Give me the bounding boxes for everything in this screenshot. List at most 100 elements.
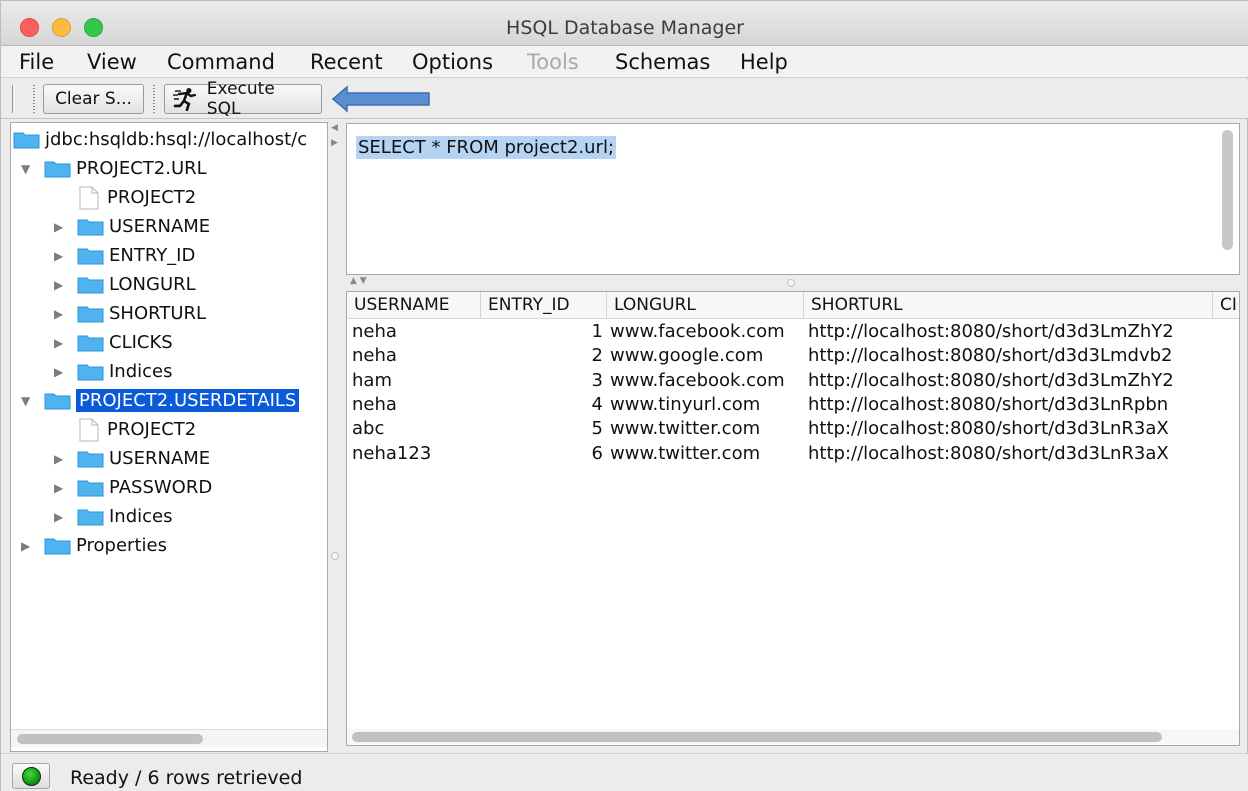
collapse-left-icon[interactable]: ◀ xyxy=(331,123,338,133)
table-cell[interactable]: www.facebook.com xyxy=(610,370,785,391)
tree-column-node[interactable]: CLICKS xyxy=(77,329,173,356)
collapsed-triangle-icon[interactable]: ▶ xyxy=(54,279,66,291)
table-cell[interactable]: http://localhost:8080/short/d3d3LmZhY2 xyxy=(808,321,1174,342)
table-cell[interactable]: ham xyxy=(352,370,392,391)
table-cell[interactable]: http://localhost:8080/short/d3d3LnRpbn xyxy=(808,394,1168,415)
indices-label: Indices xyxy=(109,361,173,382)
column-header[interactable]: ENTRY_ID xyxy=(481,292,607,319)
expanded-triangle-icon[interactable]: ▼ xyxy=(21,163,33,175)
collapsed-triangle-icon[interactable]: ▶ xyxy=(54,453,66,465)
sql-editor-scrollbar[interactable] xyxy=(1222,130,1233,250)
table-cell[interactable]: http://localhost:8080/short/d3d3Lmdvb2 xyxy=(808,345,1172,366)
column-header[interactable]: SHORTURL xyxy=(804,292,1213,319)
expand-right-icon[interactable]: ▶ xyxy=(331,138,338,148)
column-label: PASSWORD xyxy=(109,477,213,498)
tree-indices-node[interactable]: Indices xyxy=(77,503,173,530)
tree-column-node[interactable]: ENTRY_ID xyxy=(77,242,195,269)
tree-table-node[interactable]: PROJECT2.URL xyxy=(44,155,207,182)
folder-icon xyxy=(77,364,104,381)
table-cell[interactable]: 5 xyxy=(547,418,603,439)
tree-column-node[interactable]: PASSWORD xyxy=(77,474,212,501)
scrollbar-thumb[interactable] xyxy=(17,734,203,744)
results-horizontal-scrollbar[interactable] xyxy=(347,729,1239,745)
table-cell[interactable]: neha xyxy=(352,345,397,366)
column-header[interactable]: USERNAME xyxy=(347,292,481,319)
table-cell[interactable]: 3 xyxy=(547,370,603,391)
table-cell[interactable]: http://localhost:8080/short/d3d3LmZhY2 xyxy=(808,370,1174,391)
menu-view[interactable]: View xyxy=(87,50,137,74)
split-knob[interactable] xyxy=(787,279,795,287)
menu-help[interactable]: Help xyxy=(740,50,788,74)
sql-query-text[interactable]: SELECT * FROM project2.url; xyxy=(356,136,617,159)
menu-bar: File View Command Recent Options Tools S… xyxy=(1,46,1248,78)
collapsed-triangle-icon[interactable]: ▶ xyxy=(54,250,66,262)
execute-sql-button[interactable]: Execute SQL xyxy=(164,79,322,119)
table-cell[interactable]: www.twitter.com xyxy=(610,418,760,439)
app-window: HSQL Database Manager File View Command … xyxy=(0,0,1248,791)
column-label: USERNAME xyxy=(109,216,211,237)
tree-column-node[interactable]: LONGURL xyxy=(77,271,196,298)
split-arrows-icon[interactable]: ▲ ▼ xyxy=(350,276,367,286)
collapsed-triangle-icon[interactable]: ▶ xyxy=(54,308,66,320)
table-cell[interactable]: www.google.com xyxy=(610,345,763,366)
schema-tree: jdbc:hsqldb:hsql://localhost/c ▼ PROJECT… xyxy=(10,122,328,752)
menu-file[interactable]: File xyxy=(19,50,54,74)
split-knob[interactable] xyxy=(331,552,339,560)
collapsed-triangle-icon[interactable]: ▶ xyxy=(21,540,33,552)
table-cell[interactable]: neha xyxy=(352,394,397,415)
collapsed-triangle-icon[interactable]: ▶ xyxy=(54,366,66,378)
clear-sql-button[interactable]: Clear S... xyxy=(43,84,144,114)
table-cell[interactable]: http://localhost:8080/short/d3d3LnR3aX xyxy=(808,418,1169,439)
tree-connection-node[interactable]: jdbc:hsqldb:hsql://localhost/c xyxy=(13,126,307,153)
document-icon xyxy=(79,418,99,441)
tree-horizontal-scrollbar[interactable] xyxy=(11,729,327,747)
scrollbar-thumb[interactable] xyxy=(352,732,1162,742)
column-label: USERNAME xyxy=(109,448,211,469)
tree-indices-node[interactable]: Indices xyxy=(77,358,173,385)
folder-icon xyxy=(77,306,104,323)
collapsed-triangle-icon[interactable]: ▶ xyxy=(54,221,66,233)
table-cell[interactable]: http://localhost:8080/short/d3d3LnR3aX xyxy=(808,443,1169,464)
column-label: ENTRY_ID xyxy=(109,245,196,266)
table-cell[interactable]: 6 xyxy=(547,443,603,464)
folder-icon xyxy=(77,277,104,294)
tree-properties-node[interactable]: Properties xyxy=(44,532,167,559)
table-cell[interactable]: www.twitter.com xyxy=(610,443,760,464)
horizontal-split-divider[interactable]: ▲ ▼ xyxy=(346,276,1240,290)
title-bar: HSQL Database Manager xyxy=(1,1,1248,46)
table-cell[interactable]: www.tinyurl.com xyxy=(610,394,760,415)
results-header-row: USERNAME ENTRY_ID LONGURL SHORTURL CI xyxy=(347,292,1239,319)
column-header[interactable]: LONGURL xyxy=(607,292,804,319)
table-cell[interactable]: neha xyxy=(352,321,397,342)
collapsed-triangle-icon[interactable]: ▶ xyxy=(54,511,66,523)
table-cell[interactable]: 4 xyxy=(547,394,603,415)
table-cell[interactable]: neha123 xyxy=(352,443,431,464)
folder-icon xyxy=(77,451,104,468)
column-header[interactable]: CI xyxy=(1213,292,1239,319)
table-cell[interactable]: abc xyxy=(352,418,384,439)
collapsed-triangle-icon[interactable]: ▶ xyxy=(54,337,66,349)
folder-icon xyxy=(44,161,71,178)
toolbar-separator xyxy=(153,85,155,113)
properties-label: Properties xyxy=(76,535,167,556)
table-cell[interactable]: 1 xyxy=(547,321,603,342)
tree-column-node[interactable]: USERNAME xyxy=(77,213,210,240)
table-cell[interactable]: www.facebook.com xyxy=(610,321,785,342)
collapsed-triangle-icon[interactable]: ▶ xyxy=(54,482,66,494)
tree-column-node[interactable]: USERNAME xyxy=(77,445,210,472)
status-led-icon xyxy=(22,767,41,786)
menu-options[interactable]: Options xyxy=(412,50,493,74)
folder-icon xyxy=(77,248,104,265)
menu-schemas[interactable]: Schemas xyxy=(615,50,710,74)
sql-editor[interactable]: SELECT * FROM project2.url; xyxy=(346,123,1240,275)
menu-recent[interactable]: Recent xyxy=(310,50,383,74)
menu-command[interactable]: Command xyxy=(167,50,275,74)
tree-column-node[interactable]: SHORTURL xyxy=(77,300,206,327)
tree-schema-leaf[interactable]: PROJECT2 xyxy=(79,416,196,443)
expanded-triangle-icon[interactable]: ▼ xyxy=(21,395,33,407)
table-cell[interactable]: 2 xyxy=(547,345,603,366)
tree-table-node-selected[interactable]: PROJECT2.USERDETAILS xyxy=(44,387,300,414)
toolbar-grip[interactable] xyxy=(12,85,15,113)
vertical-split-divider[interactable]: ◀ ▶ xyxy=(329,122,343,752)
tree-schema-leaf[interactable]: PROJECT2 xyxy=(79,184,196,211)
